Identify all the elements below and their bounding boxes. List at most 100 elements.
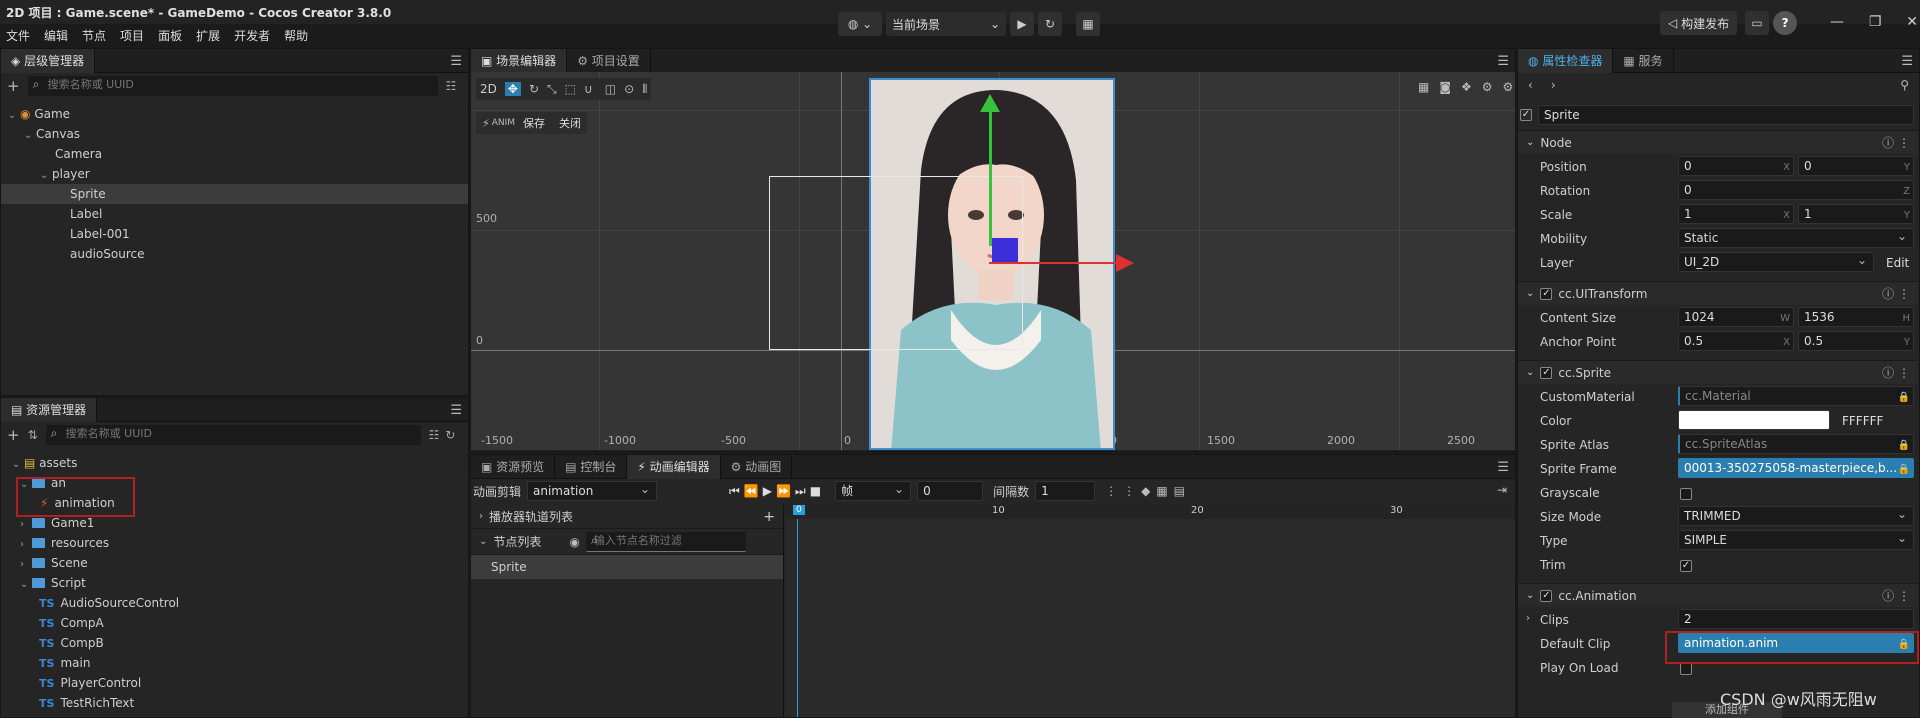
node-item-sprite[interactable]: Sprite	[471, 555, 783, 579]
close-icon[interactable]: ✕	[1906, 14, 1918, 30]
timeline-area[interactable]: 0 10 20 30	[785, 505, 1515, 717]
asset-script[interactable]: TS TestRichText	[39, 693, 134, 713]
asset-assets[interactable]: ⌄ ▤ assets	[12, 453, 77, 473]
tree-node-label-001[interactable]: Label-001	[70, 224, 130, 244]
layer-select[interactable]: UI_2D	[1678, 251, 1874, 272]
forward-icon[interactable]: ›	[1551, 78, 1556, 92]
tab-project-settings[interactable]: ⚙ 项目设置	[567, 48, 651, 73]
menu-extension[interactable]: 扩展	[196, 27, 220, 44]
trim-checkbox[interactable]: ✓	[1680, 560, 1692, 572]
add-node-icon[interactable]: +	[7, 77, 20, 95]
tab-console[interactable]: ▤ 控制台	[555, 454, 628, 479]
custom-material-field[interactable]: cc.Material 🔒	[1678, 386, 1914, 406]
menu-icon[interactable]: ☰	[450, 403, 462, 418]
node-name-input[interactable]: Sprite	[1538, 105, 1914, 125]
tab-scene-editor[interactable]: ▣ 场景编辑器	[471, 48, 568, 73]
tab-assets[interactable]: ▤ 资源管理器	[1, 397, 98, 422]
tree-node-sprite[interactable]: Sprite	[1, 184, 468, 204]
menu-developer[interactable]: 开发者	[234, 27, 270, 44]
camera-settings-icon[interactable]: ⚙	[1503, 80, 1514, 94]
position-x-input[interactable]: 0X	[1678, 156, 1794, 176]
tree-node-canvas[interactable]: ⌄ Canvas	[24, 124, 80, 144]
keyframe-tools[interactable]: ⋮⋮◆▦▤	[1105, 484, 1191, 498]
gizmo-y-axis[interactable]	[989, 104, 992, 246]
tab-inspector[interactable]: ◍ 属性检查器	[1518, 48, 1614, 73]
exit-icon[interactable]: ⇥	[1497, 483, 1507, 497]
clip-select[interactable]: animation	[527, 480, 658, 501]
animation-section-header[interactable]: ⌄ ✓ cc.Animation ⓘ ⋮	[1518, 583, 1918, 607]
sprite-section-header[interactable]: ⌄ ✓ cc.Sprite ⓘ ⋮	[1518, 360, 1918, 384]
gizmo-x-axis[interactable]	[989, 262, 1117, 264]
move-tool-icon[interactable]: ✥	[504, 82, 521, 96]
node-section-header[interactable]: ⌄ Node ⓘ ⋮	[1518, 130, 1918, 154]
tab-animation-graph[interactable]: ⚙ 动画图	[721, 454, 793, 479]
gizmo-xy-handle[interactable]	[992, 238, 1018, 262]
scene-viewport[interactable]: 500 0 -1500 -1000 -500 0 500 1000 1500 2…	[471, 72, 1515, 450]
track-list-row[interactable]: › 播放器轨道列表 +	[471, 505, 783, 529]
restore-icon[interactable]: ❐	[1869, 14, 1882, 30]
help-icon[interactable]: ⓘ ⋮	[1882, 285, 1910, 302]
tab-animation-editor[interactable]: ⚡ 动画编辑器	[627, 454, 721, 479]
help-icon[interactable]: ⓘ ⋮	[1882, 364, 1910, 381]
menu-panel[interactable]: 面板	[158, 27, 182, 44]
scale-x-input[interactable]: 1X	[1678, 204, 1794, 224]
gizmo-y-arrow[interactable]	[980, 94, 1000, 112]
tree-node-audiosource[interactable]: audioSource	[70, 244, 144, 264]
position-y-input[interactable]: 0Y	[1798, 156, 1914, 176]
layer-edit-button[interactable]: Edit	[1886, 256, 1909, 270]
sprite-atlas-field[interactable]: cc.SpriteAtlas 🔒	[1678, 434, 1914, 454]
platform-dropdown[interactable]: ◍ ⌄	[838, 12, 882, 36]
snap-icon[interactable]: ⦀	[642, 82, 647, 97]
menu-icon[interactable]: ☰	[1901, 54, 1913, 69]
mode-2d-toggle[interactable]: 2D	[480, 82, 497, 96]
menu-icon[interactable]: ☰	[1497, 460, 1509, 475]
color-hex[interactable]: FFFFFF	[1842, 414, 1883, 428]
asset-script[interactable]: TS CompB	[39, 633, 104, 653]
sort-icon[interactable]: ☷	[446, 79, 457, 93]
minimize-icon[interactable]: —	[1830, 14, 1844, 30]
refresh-button[interactable]: ↻	[1038, 12, 1062, 36]
asset-script[interactable]: TS PlayerControl	[39, 673, 141, 693]
anim-save-button[interactable]: 保存	[523, 115, 545, 131]
rotate-tool-icon[interactable]: ↻	[529, 82, 539, 96]
pin-icon[interactable]: ⚲	[1900, 78, 1909, 92]
tree-node-camera[interactable]: Camera	[55, 144, 102, 164]
camera-icon[interactable]: ◙	[1439, 80, 1451, 94]
color-swatch[interactable]	[1678, 410, 1830, 430]
playback-controls[interactable]: ⏮⏪▶⏩⏭■	[729, 484, 825, 499]
magnet-icon[interactable]: ∪	[584, 82, 593, 96]
anim-close-button[interactable]: 关闭	[559, 115, 581, 131]
menu-file[interactable]: 文件	[6, 27, 30, 44]
node-list-row[interactable]: ⌄ 节点列表 ◉ 输入节点名称过滤	[471, 529, 783, 555]
gizmo-x-arrow[interactable]	[1116, 254, 1134, 272]
assets-search-input[interactable]: 搜索名称或 UUID	[45, 425, 421, 445]
menu-icon[interactable]: ☰	[1497, 54, 1509, 69]
scene-select[interactable]: 当前场景 ⌄	[886, 12, 1006, 36]
mobility-select[interactable]: Static	[1678, 227, 1914, 248]
tree-node-label[interactable]: Label	[70, 204, 102, 224]
chevron-right-icon[interactable]: ›	[1526, 613, 1530, 624]
add-asset-icon[interactable]: +	[7, 426, 20, 444]
scale-tool-icon[interactable]: ⤡	[547, 82, 557, 97]
sort-icon[interactable]: ⇅	[28, 428, 38, 442]
help-icon[interactable]: ⓘ ⋮	[1882, 134, 1910, 151]
tab-hierarchy[interactable]: ◈ 层级管理器	[1, 48, 96, 73]
content-width-input[interactable]: 1024 W	[1678, 307, 1794, 327]
timeline-ruler[interactable]: 0 10 20 30	[785, 505, 1515, 519]
asset-folder-script[interactable]: ⌄ Script	[20, 573, 86, 593]
rect-tool-icon[interactable]: ⬚	[565, 82, 576, 96]
component-enabled-checkbox[interactable]: ✓	[1540, 366, 1553, 379]
asset-script[interactable]: TS main	[39, 653, 90, 673]
back-icon[interactable]: ‹	[1528, 78, 1533, 92]
rotation-input[interactable]: 0Z	[1678, 180, 1914, 200]
help-icon[interactable]: ⓘ ⋮	[1882, 587, 1910, 604]
frame-mode-select[interactable]: 帧	[835, 480, 912, 501]
anchor-x-input[interactable]: 0.5 X	[1678, 331, 1794, 351]
open-folder-button[interactable]: ▭	[1745, 11, 1770, 35]
component-enabled-checkbox[interactable]: ✓	[1540, 589, 1553, 602]
qr-button[interactable]: ▦	[1076, 12, 1100, 36]
scale-y-input[interactable]: 1Y	[1798, 204, 1914, 224]
add-track-icon[interactable]: +	[763, 509, 775, 525]
local-global-icon[interactable]: ⊙	[624, 82, 634, 96]
asset-folder-resources[interactable]: › resources	[20, 533, 109, 553]
